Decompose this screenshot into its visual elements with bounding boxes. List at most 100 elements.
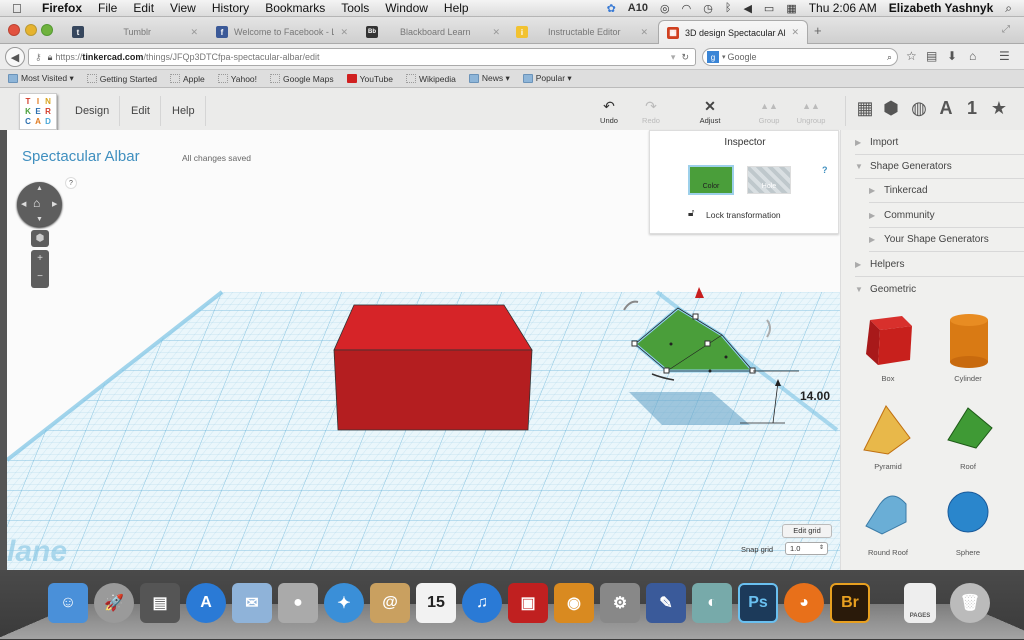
tab-facebook[interactable]: f Welcome to Facebook - L... ✕	[208, 20, 356, 44]
dock-mail-icon[interactable]: ✉	[232, 583, 272, 623]
pan-down-icon[interactable]: ▼	[36, 216, 43, 223]
dock-script-editor-icon[interactable]: ✎	[646, 583, 686, 623]
dock-iphoto-icon[interactable]: ◉	[554, 583, 594, 623]
inspector-help-icon[interactable]: ?	[822, 165, 828, 175]
dock-system-preferences-icon[interactable]: ⚙	[600, 583, 640, 623]
shapes-cube-icon[interactable]: ⬢	[880, 98, 902, 119]
dock-firefox-icon[interactable]: ◕	[784, 583, 824, 623]
edit-grid-button[interactable]: Edit grid	[782, 524, 832, 538]
tab-close-icon[interactable]: ✕	[640, 27, 648, 38]
creative-cloud-icon[interactable]: ◎	[660, 2, 670, 15]
menu-history[interactable]: History	[212, 1, 249, 15]
dock-launchpad-icon[interactable]: 🚀	[94, 583, 134, 623]
menu-bookmarks[interactable]: Bookmarks	[265, 1, 325, 15]
dock-photoshop-icon[interactable]: Ps	[738, 583, 778, 623]
numbers-icon[interactable]: 1	[961, 98, 983, 119]
dock-facetime-icon[interactable]: ●	[278, 583, 318, 623]
resize-handle[interactable]	[663, 367, 670, 374]
dock-calendar-icon[interactable]: 15	[416, 583, 456, 623]
reload-icon[interactable]: ↻	[681, 52, 689, 63]
dock-safari-icon[interactable]: ✦	[324, 583, 364, 623]
menu-hamburger-icon[interactable]: ☰	[999, 49, 1010, 63]
bookmark-star-icon[interactable]: ☆	[906, 49, 917, 63]
shape-roof[interactable]: Roof	[933, 398, 1003, 471]
favorites-star-icon[interactable]: ★	[988, 98, 1010, 119]
tinkercad-logo[interactable]: T I N K E R C A D	[19, 93, 57, 130]
shape-pyramid[interactable]: Pyramid	[853, 398, 923, 471]
battery-icon[interactable]: ▭	[764, 2, 774, 15]
google-engine-icon[interactable]: g	[707, 51, 719, 63]
letters-icon[interactable]: A	[935, 98, 957, 119]
dock-app-store-icon[interactable]: A	[186, 583, 226, 623]
tab-close-icon[interactable]: ✕	[492, 27, 500, 38]
shape-sphere[interactable]: Sphere	[933, 484, 1003, 557]
menu-tools[interactable]: Tools	[341, 1, 369, 15]
input-flag-icon[interactable]: ▦	[786, 2, 796, 15]
resize-handle[interactable]	[749, 367, 756, 374]
resize-handle[interactable]	[704, 340, 711, 347]
sidebar-item-import[interactable]: ▶ Import	[855, 131, 1024, 155]
time-machine-icon[interactable]: ◷	[703, 2, 713, 15]
sidebar-item-your-shape-generators[interactable]: ▶ Your Shape Generators	[869, 228, 1024, 252]
home-icon[interactable]: ⌂	[969, 49, 976, 63]
hole-button[interactable]: Hole	[747, 166, 791, 194]
dock-contacts-icon[interactable]: @	[370, 583, 410, 623]
wifi-icon[interactable]: ◠	[682, 2, 692, 15]
pan-left-icon[interactable]: ◀	[21, 200, 26, 208]
bookmark-wikipedia[interactable]: Wikipedia	[405, 74, 456, 84]
user-name[interactable]: Elizabeth Yashnyk	[889, 1, 994, 15]
back-button[interactable]: ◀	[5, 47, 25, 67]
dock-itunes-icon[interactable]: ♫	[462, 583, 502, 623]
spotlight-search-icon[interactable]: ⌕	[1005, 1, 1012, 16]
bookmark-yahoo[interactable]: Yahoo!	[217, 74, 257, 84]
url-dropdown-icon[interactable]: ▾	[671, 52, 676, 63]
ungroup-button[interactable]: ▲▲ Ungroup	[794, 98, 828, 125]
lock-transformation-label[interactable]: Lock transformation	[706, 210, 781, 220]
shape-box[interactable]: Box	[853, 310, 923, 383]
close-window-button[interactable]	[8, 24, 20, 36]
fullscreen-icon[interactable]: ⤢	[1002, 24, 1010, 35]
shape-cylinder[interactable]: Cylinder	[933, 310, 1003, 383]
group-button[interactable]: ▲▲ Group	[752, 98, 786, 125]
bookmark-getting-started[interactable]: Getting Started	[86, 74, 157, 84]
shape-round-roof[interactable]: Round Roof	[853, 484, 923, 557]
downloads-icon[interactable]: ⬇	[947, 49, 957, 63]
bookmark-popular[interactable]: Popular ▾	[522, 73, 572, 84]
design-title[interactable]: Spectacular Albar	[22, 148, 140, 165]
height-dimension-label[interactable]: 14.00	[800, 389, 830, 403]
pan-up-icon[interactable]: ▲	[36, 185, 43, 192]
tab-close-icon[interactable]: ✕	[190, 27, 198, 38]
bookmark-youtube[interactable]: YouTube	[346, 74, 393, 84]
pan-right-icon[interactable]: ▶	[52, 200, 57, 208]
tab-tumblr[interactable]: t Tumblr ✕	[64, 20, 206, 44]
menu-view[interactable]: View	[170, 1, 196, 15]
dock-trash-icon[interactable]: 🗑	[950, 583, 990, 623]
bookmark-news[interactable]: News ▾	[468, 73, 510, 84]
menu-help-tc[interactable]: Help	[172, 105, 195, 117]
menu-design[interactable]: Design	[75, 105, 109, 117]
tab-close-icon[interactable]: ✕	[791, 27, 799, 38]
tab-blackboard[interactable]: Bb Blackboard Learn ✕	[358, 20, 508, 44]
minimize-window-button[interactable]	[25, 24, 37, 36]
navigation-help-icon[interactable]: ?	[65, 177, 77, 189]
tab-tinkercad[interactable]: ▦ 3D design Spectacular Alb... ✕	[658, 20, 808, 44]
bookmark-apple[interactable]: Apple	[169, 74, 205, 84]
sidebar-item-geometric[interactable]: ▼ Geometric	[855, 277, 1024, 301]
lock-icon[interactable]: 🔓︎	[688, 208, 694, 219]
zoom-in-button[interactable]: +	[31, 250, 49, 268]
sidebar-item-tinkercad[interactable]: ▶ Tinkercad	[869, 179, 1024, 203]
dock-photo-booth-icon[interactable]: ▣	[508, 583, 548, 623]
search-magnifier-icon[interactable]: ⌕	[887, 52, 892, 63]
home-view-icon[interactable]: ⌂	[33, 196, 40, 210]
bookmark-google-maps[interactable]: Google Maps	[270, 74, 334, 84]
identity-key-icon[interactable]: ⚷	[35, 52, 42, 63]
resize-handle[interactable]	[692, 313, 699, 320]
resize-handle[interactable]	[631, 340, 638, 347]
search-bar[interactable]: g ▾ Google ⌕	[702, 48, 898, 66]
sidebar-item-helpers[interactable]: ▶ Helpers	[855, 253, 1024, 277]
color-button[interactable]: Color	[688, 165, 734, 195]
volume-icon[interactable]: ◀	[743, 2, 751, 15]
dropbox-icon[interactable]: ✿	[607, 2, 616, 15]
apple-menu-icon[interactable]: 	[12, 1, 28, 16]
adobe-icon[interactable]: A10	[628, 2, 648, 14]
